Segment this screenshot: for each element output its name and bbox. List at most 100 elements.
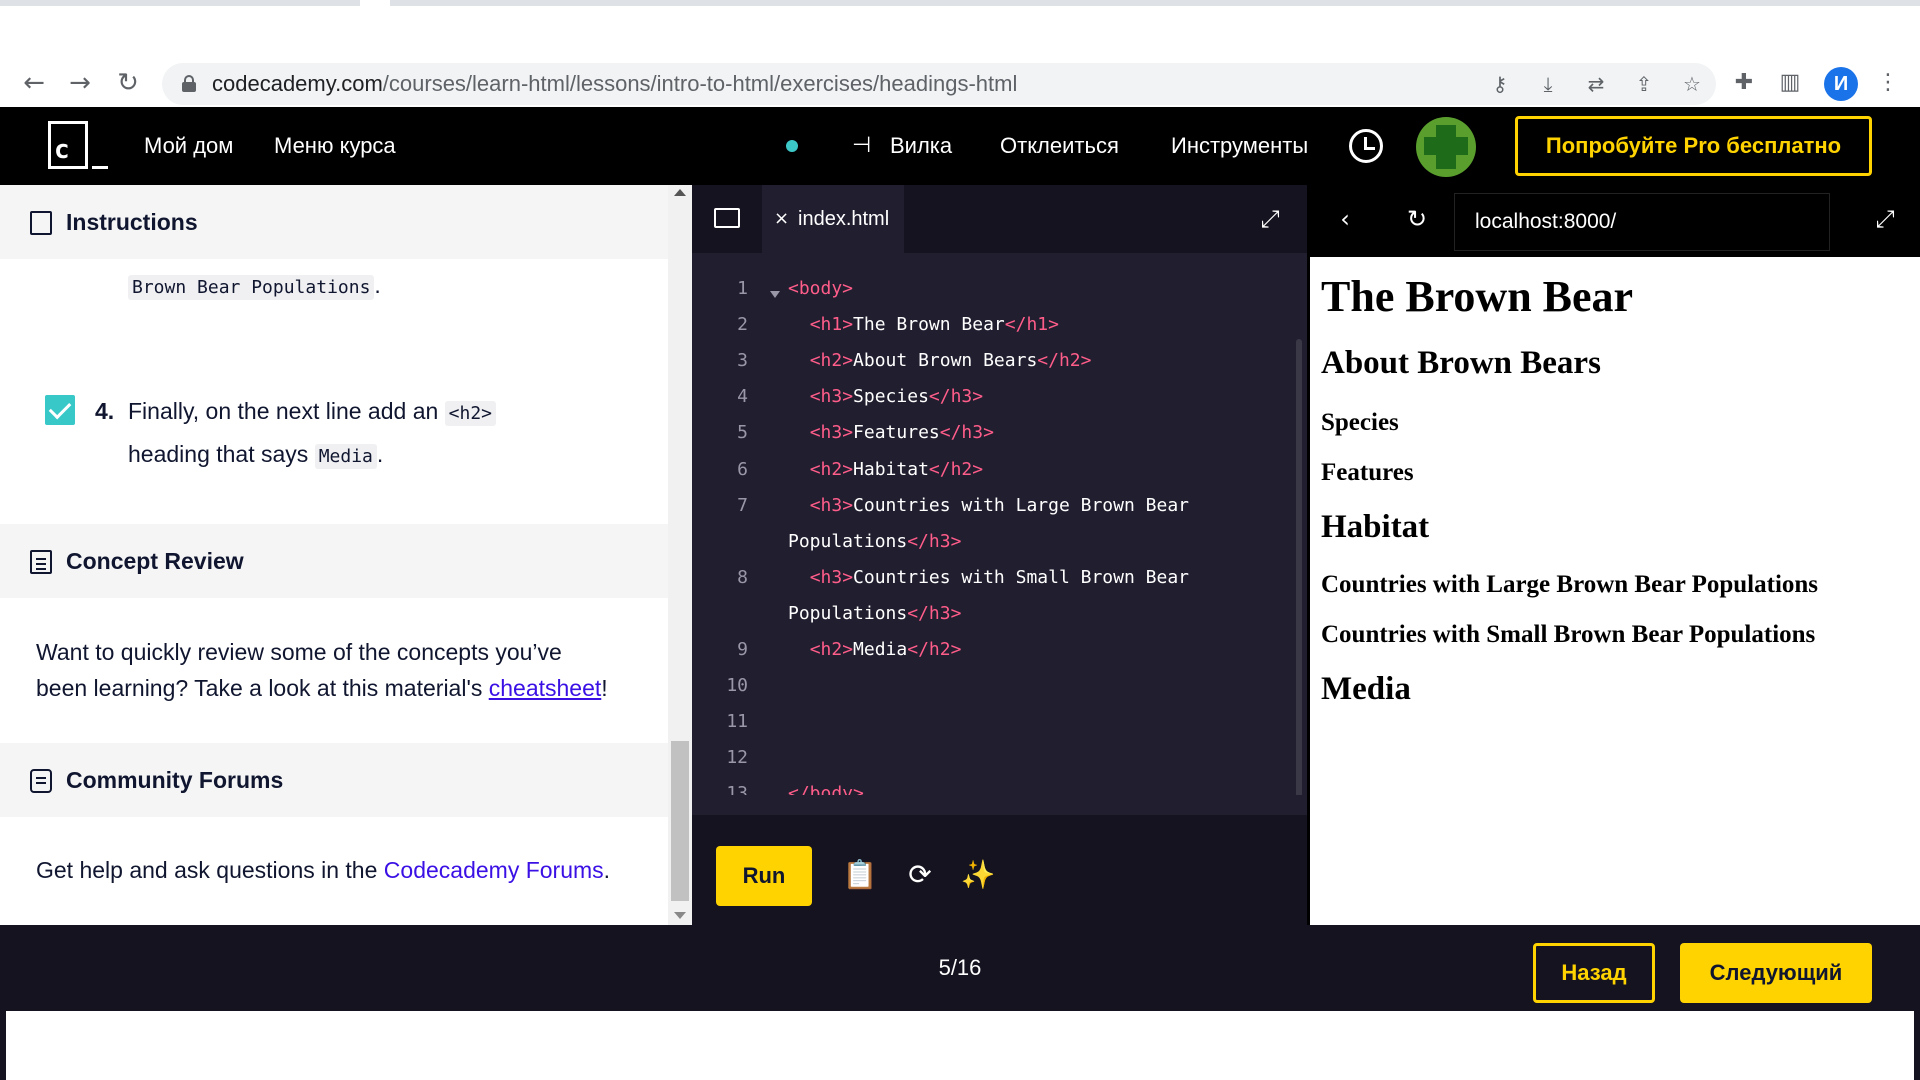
sidebar-icon[interactable]: ▥	[1774, 67, 1806, 99]
code-tag: </h3>	[928, 386, 984, 408]
code-line[interactable]: <h3>Species</h3>	[788, 379, 983, 415]
line-number: 5	[737, 422, 748, 444]
code-text: Populations	[788, 530, 908, 552]
preview-back-icon[interactable]: ‹	[1329, 203, 1361, 235]
editor-footer: Run 📋 ⟳ ✨	[692, 815, 1309, 925]
extensions-icon[interactable]: ✚	[1728, 67, 1760, 99]
scroll-up-arrow-icon[interactable]	[674, 189, 686, 196]
line-number: 12	[726, 747, 748, 769]
cheatsheet-link[interactable]: cheatsheet	[489, 675, 602, 701]
fold-arrow-icon[interactable]	[770, 291, 780, 298]
code-text: Species	[853, 386, 929, 408]
preview-refresh-icon[interactable]: ↻	[1401, 203, 1433, 235]
key-icon[interactable]: ⚷	[1486, 70, 1514, 98]
code-tag: </h3>	[907, 530, 962, 552]
code-line[interactable]: <h3>Features</h3>	[788, 415, 994, 451]
folder-icon[interactable]	[714, 208, 740, 228]
concept-review-header[interactable]: Concept Review	[0, 524, 668, 598]
task-text-line-2: heading that says Media.	[128, 441, 384, 469]
clipboard-icon[interactable]: 📋	[840, 855, 880, 895]
close-tab-icon[interactable]: ×	[774, 185, 789, 253]
reload-icon[interactable]: ↻	[110, 65, 146, 101]
reset-icon[interactable]: ⟳	[900, 855, 940, 895]
code-line[interactable]: <h3>Countries with Large Brown Bear	[788, 488, 1189, 524]
code-line[interactable]: Populations</h3>	[788, 524, 961, 560]
code-line[interactable]: </body>	[788, 776, 864, 795]
code-line[interactable]: <h2>Media</h2>	[788, 632, 962, 668]
translate-icon[interactable]: ⇄	[1582, 70, 1610, 98]
chat-icon	[30, 769, 52, 793]
community-text: Get help and ask questions in the Codeca…	[36, 857, 611, 883]
back-arrow-icon[interactable]: ←	[16, 65, 52, 101]
scroll-down-arrow-icon[interactable]	[674, 912, 686, 919]
tools-button[interactable]: Инструменты	[1171, 107, 1308, 185]
code-line[interactable]: <h1>The Brown Bear</h1>	[788, 307, 1059, 343]
profile-avatar[interactable]: И	[1824, 67, 1858, 101]
line-number: 13	[726, 783, 748, 795]
code-line[interactable]: <h2>Habitat</h2>	[788, 452, 983, 488]
nav-home[interactable]: Мой дом	[144, 107, 233, 185]
nav-course-menu[interactable]: Меню курса	[274, 107, 396, 185]
run-button[interactable]: Run	[716, 846, 812, 906]
next-button[interactable]: Следующий	[1680, 943, 1872, 1003]
code-tag: </h2>	[928, 458, 984, 480]
instructions-title: Instructions	[66, 209, 198, 235]
code-tag: <h2>	[809, 639, 854, 660]
code-area[interactable]: 1 2 3 4 5 6 7 8 9 10 11 12 13 <body> <h1>The Brown B…	[692, 253, 1309, 795]
preview-heading-h2: Media	[1321, 671, 1411, 707]
code-tag: </body>	[788, 783, 864, 795]
code-snippet: <h2>	[444, 401, 497, 426]
code-editor: × index.html ⤢ 1 2 3 4 5 6 7 8 9 10 11 12 13 <body> …	[692, 185, 1309, 925]
back-button[interactable]: Назад	[1533, 943, 1655, 1003]
task-checkbox[interactable]	[45, 395, 75, 425]
editor-scrollbar[interactable]	[1296, 339, 1302, 795]
instructions-header[interactable]: Instructions	[0, 185, 668, 259]
url-text[interactable]: codecademy.com/courses/learn-html/lesson…	[212, 63, 1017, 105]
community-forums-header[interactable]: Community Forums	[0, 743, 668, 817]
code-line[interactable]: Populations</h3>	[788, 596, 961, 632]
address-bar[interactable]: codecademy.com/courses/learn-html/lesson…	[162, 63, 1716, 105]
code-line[interactable]: <body>	[788, 271, 853, 307]
instructions-scrollbar[interactable]	[668, 185, 692, 925]
star-icon[interactable]: ☆	[1678, 70, 1706, 98]
line-number: 10	[726, 675, 748, 697]
checkbox-icon	[30, 211, 52, 235]
preview-heading-h3: Countries with Small Brown Bear Populati…	[1321, 621, 1816, 648]
line-number: 3	[737, 350, 748, 372]
codecademy-logo[interactable]: c	[48, 121, 108, 173]
fork-icon[interactable]: ⊣	[852, 129, 882, 163]
code-snippet: Brown Bear Populations	[128, 275, 375, 300]
install-icon[interactable]: ⤓	[1534, 70, 1562, 98]
page-bottom	[0, 1011, 1920, 1080]
scroll-thumb[interactable]	[671, 741, 689, 901]
preview-url-field[interactable]: localhost:8000/	[1454, 193, 1830, 251]
lock-icon[interactable]	[182, 75, 196, 92]
magic-wand-icon[interactable]: ✨	[958, 855, 998, 895]
status-dot	[786, 140, 798, 152]
fork-button[interactable]: Вилка	[890, 107, 952, 185]
try-pro-button[interactable]: Попробуйте Pro бесплатно	[1515, 116, 1872, 176]
code-line[interactable]: <h3>Countries with Small Brown Bear	[788, 560, 1189, 596]
concept-review-text-1: Want to quickly review some of the conce…	[36, 639, 562, 665]
code-tag: </h2>	[1037, 350, 1092, 372]
browser-toolbar: ← → ↻ codecademy.com/courses/learn-html/…	[0, 6, 1920, 107]
forums-link[interactable]: Codecademy Forums	[384, 857, 604, 883]
codecademy-header: c Мой дом Меню курса ⊣ Вилка Отклеиться …	[0, 107, 1920, 185]
forward-arrow-icon[interactable]: →	[62, 65, 98, 101]
kebab-menu-icon[interactable]: ⋮	[1872, 67, 1904, 99]
share-icon[interactable]: ⇪	[1630, 70, 1658, 98]
lesson-progress[interactable]: 5/16	[900, 925, 1020, 1011]
line-number: 7	[737, 494, 748, 516]
line-number: 9	[737, 639, 748, 660]
alarm-clock-icon[interactable]	[1349, 129, 1383, 163]
preview-page: The Brown Bear About Brown Bears Species Fe…	[1310, 257, 1920, 925]
preview-expand-icon[interactable]: ⤢	[1869, 203, 1901, 235]
code-line[interactable]: <h2>About Brown Bears</h2>	[788, 343, 1092, 379]
code-text: Features	[853, 422, 940, 444]
expand-icon[interactable]: ⤢	[1256, 205, 1284, 233]
instructions-panel: Instructions Brown Bear Populations. 4. …	[0, 185, 668, 925]
file-tab[interactable]: × index.html	[762, 185, 904, 253]
lesson-footer: 5/16 Назад Следующий	[0, 925, 1920, 1011]
user-avatar[interactable]	[1416, 117, 1476, 177]
unstick-button[interactable]: Отклеиться	[1000, 107, 1119, 185]
